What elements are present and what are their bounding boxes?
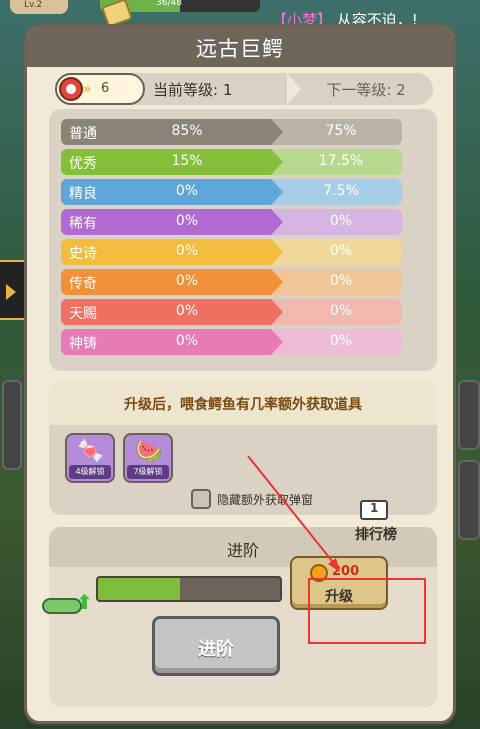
rate-name: 精良 — [69, 186, 97, 202]
bonus-item-candy[interactable]: 🍬 4级解锁 — [65, 433, 115, 483]
rate-next-value: 75% — [325, 123, 357, 139]
rate-row: 传奇 0% 0% — [61, 269, 411, 295]
exp-text: 36/48 — [156, 0, 182, 8]
progress-fill — [98, 578, 180, 600]
current-level: 当前等级: 1 — [153, 81, 233, 99]
level-row: » 6 当前等级: 1 下一等级: 2 — [55, 73, 433, 105]
rate-next-value: 0% — [329, 243, 353, 259]
arrow-right-icon — [287, 73, 301, 105]
advance-button[interactable]: 进阶 — [152, 616, 280, 676]
rate-next-value: 17.5% — [318, 153, 364, 169]
double-chevron-icon: » — [83, 82, 92, 97]
rate-next-value: 0% — [329, 273, 353, 289]
rate-row: 稀有 0% 0% — [61, 209, 411, 235]
background-tile — [2, 380, 22, 470]
bonus-item-watermelon[interactable]: 🍉 7级解锁 — [123, 433, 173, 483]
advance-button-label: 进阶 — [198, 639, 234, 660]
podium-icon — [360, 500, 388, 520]
bonus-section: 升级后，喂食鳄鱼有几率额外获取道具 🍬 4级解锁 🍉 7级解锁 隐藏额外获取弹窗 — [49, 381, 437, 515]
rate-current-value: 85% — [171, 123, 203, 139]
ranking-button[interactable]: 排行榜 — [350, 496, 400, 548]
level-badge-number: 6 — [101, 81, 110, 96]
rate-current-value: 0% — [175, 213, 199, 229]
rate-next-value: 0% — [329, 303, 353, 319]
rate-name: 优秀 — [69, 156, 97, 172]
background-tile — [458, 380, 480, 450]
rate-name: 神铸 — [69, 336, 97, 352]
rate-next-value: 0% — [329, 213, 353, 229]
arrow-up-icon: ⬆ — [76, 590, 93, 614]
advance-progress-bar — [96, 576, 282, 602]
quality-rates: 普通 85% 75% 优秀 15% 17.5% 精良 0% 7.5% 稀有 0% 0% 史诗 0% 0% 传奇… — [49, 109, 437, 371]
rate-row: 普通 85% 75% — [61, 119, 411, 145]
upgrade-cost: 200 — [332, 564, 360, 579]
rate-row: 史诗 0% 0% — [61, 239, 411, 265]
upgrade-highlight-box — [308, 578, 426, 644]
bonus-title: 升级后，喂食鳄鱼有几率额外获取道具 — [124, 397, 362, 413]
hide-popup-checkbox[interactable] — [191, 489, 211, 509]
rate-current-value: 0% — [175, 273, 199, 289]
lifebuoy-icon — [59, 77, 83, 101]
unlock-tag: 4级解锁 — [69, 465, 111, 479]
rate-current-value: 0% — [175, 333, 199, 349]
panel-title: 远古巨鳄 — [196, 37, 284, 61]
rate-row: 精良 0% 7.5% — [61, 179, 411, 205]
rate-row: 优秀 15% 17.5% — [61, 149, 411, 175]
rate-row: 神铸 0% 0% — [61, 329, 411, 355]
rate-current-value: 0% — [175, 243, 199, 259]
rate-name: 稀有 — [69, 216, 97, 232]
rate-current-value: 0% — [175, 183, 199, 199]
candy-icon: 🍬 — [77, 439, 105, 464]
rate-next-value: 0% — [329, 333, 353, 349]
hide-popup-label: 隐藏额外获取弹窗 — [217, 493, 314, 507]
rate-current-value: 15% — [171, 153, 203, 169]
player-level-badge: Lv.2 — [10, 0, 68, 14]
level-badge: » 6 — [55, 73, 145, 105]
rate-next-value: 7.5% — [323, 183, 359, 199]
unlock-tag: 7级解锁 — [127, 465, 169, 479]
ranking-label: 排行榜 — [355, 527, 397, 543]
rate-current-value: 0% — [175, 303, 199, 319]
rate-name: 史诗 — [69, 246, 97, 262]
rate-row: 天赐 0% 0% — [61, 299, 411, 325]
rate-name: 天赐 — [69, 306, 97, 322]
next-level: 下一等级: 2 — [326, 81, 406, 99]
rate-name: 普通 — [69, 126, 97, 142]
watermelon-icon: 🍉 — [135, 439, 163, 464]
background-tile — [458, 460, 480, 540]
crocodile-icon: ⬆ — [42, 590, 96, 620]
rate-name: 传奇 — [69, 276, 97, 292]
